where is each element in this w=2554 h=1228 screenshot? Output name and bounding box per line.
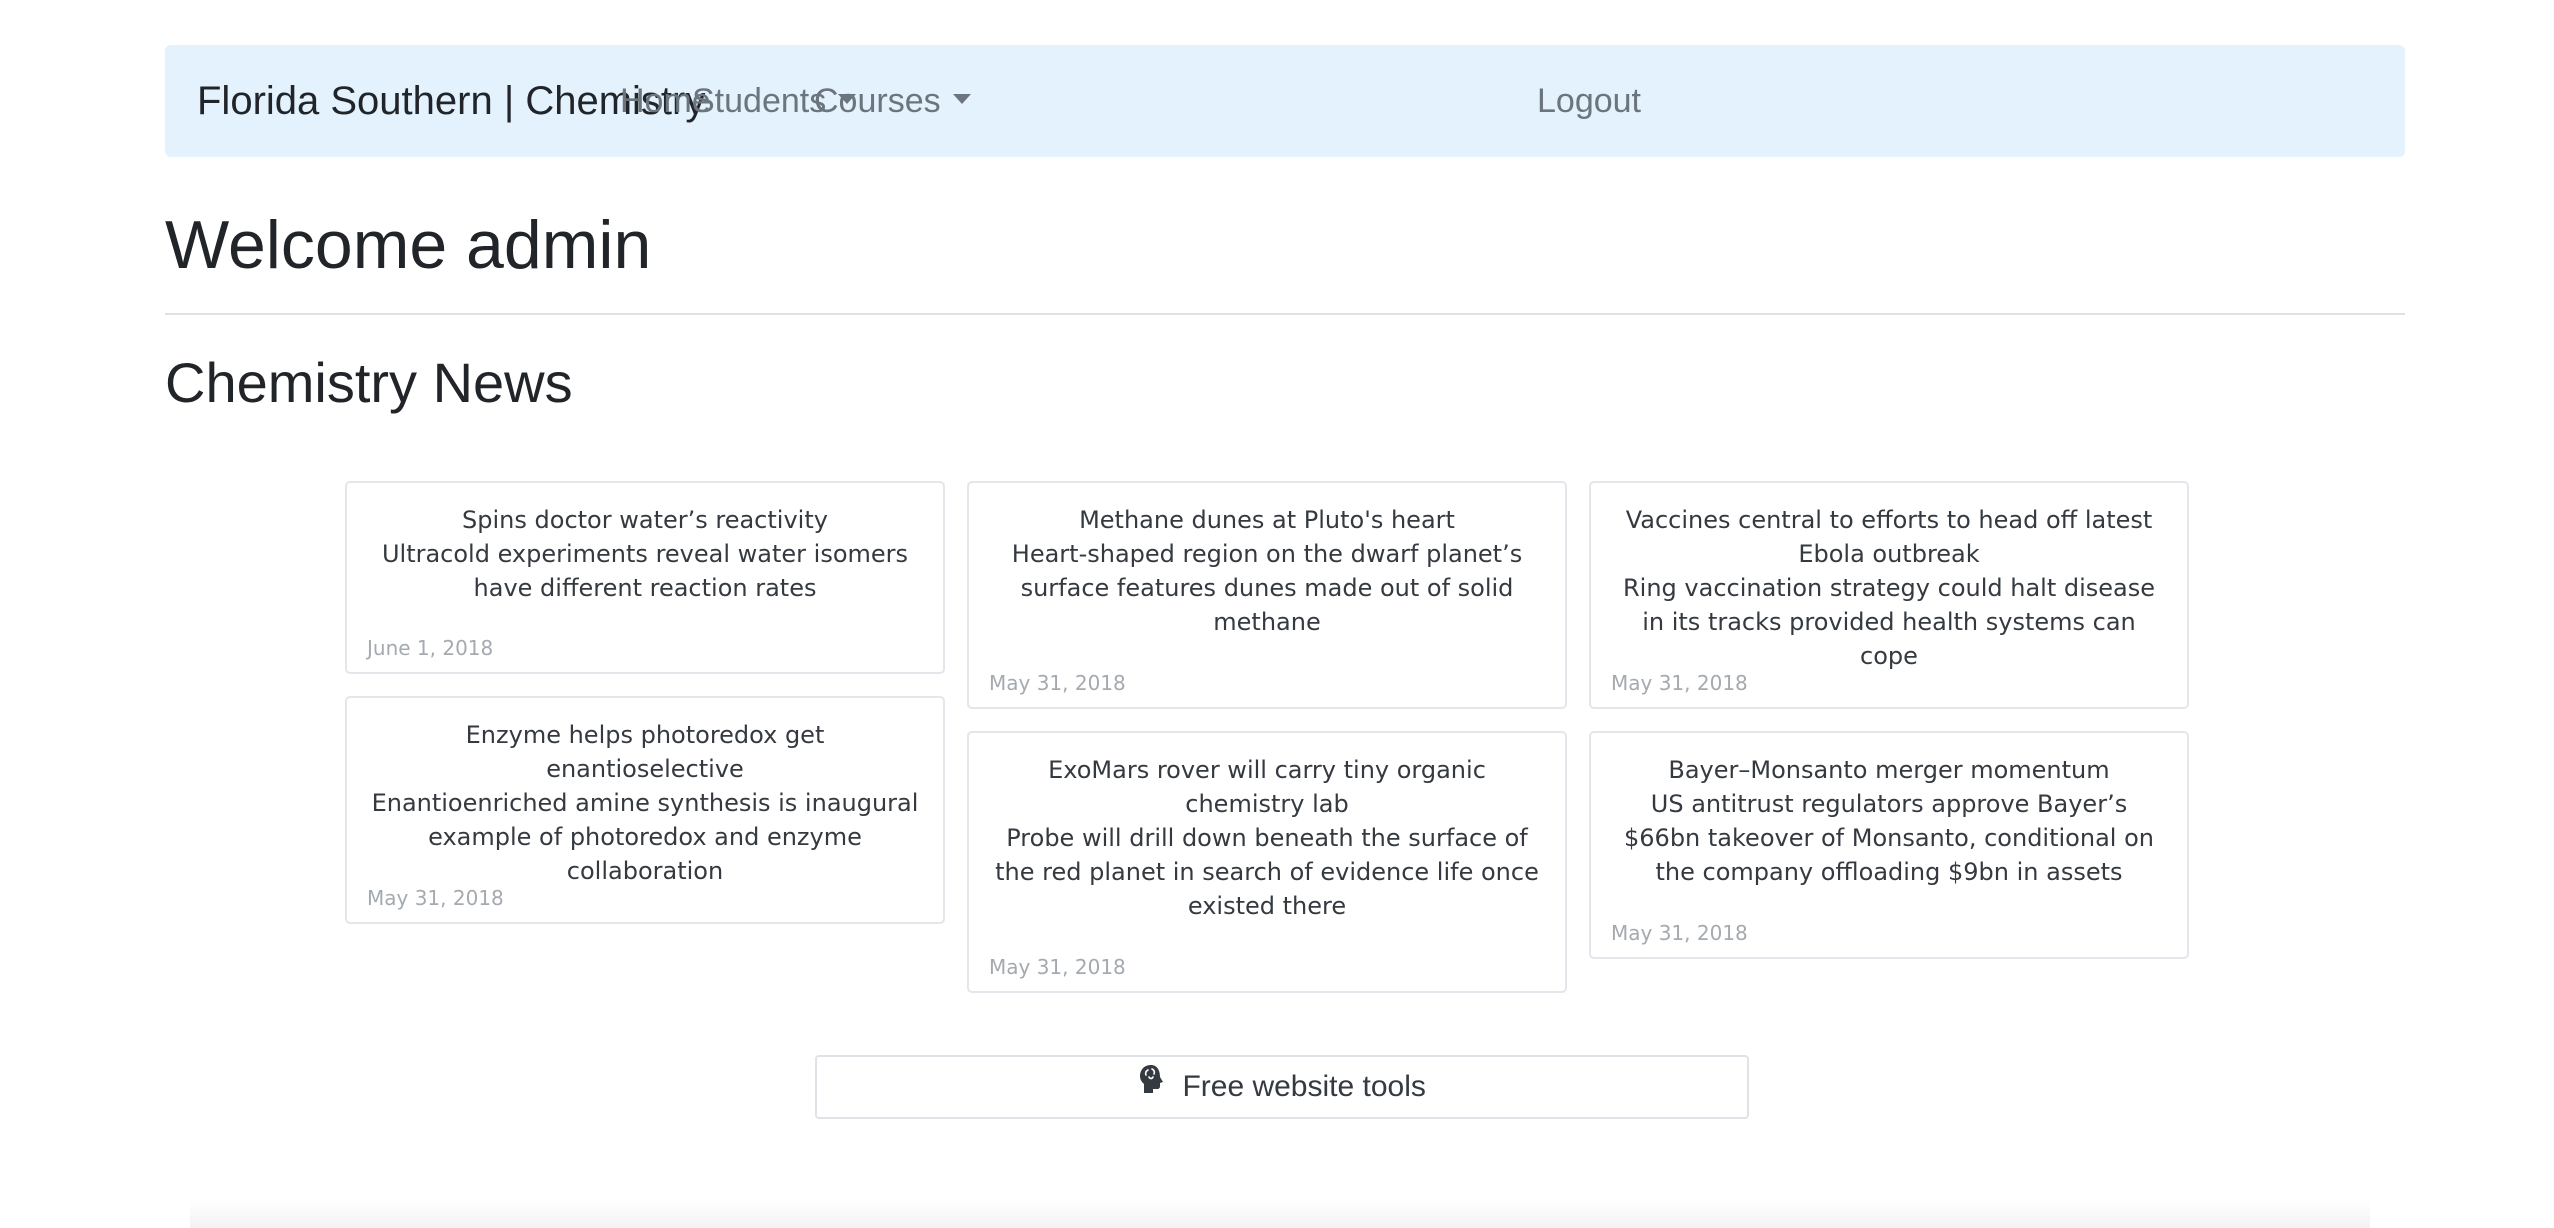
card-summary: Ring vaccination strategy could halt dis… xyxy=(1622,574,2156,670)
brain-head-icon xyxy=(1138,1055,1164,1115)
card-title: Bayer–Monsanto merger momentum xyxy=(1668,756,2110,784)
top-navbar: Florida Southern | Chemistry Home Studen… xyxy=(165,45,2405,157)
chevron-down-icon xyxy=(952,94,971,105)
card-date: June 1, 2018 xyxy=(367,636,494,660)
card-title: Methane dunes at Pluto's heart xyxy=(1079,506,1455,534)
card-date: May 31, 2018 xyxy=(367,886,504,910)
card-title: Vaccines central to efforts to head off … xyxy=(1625,506,2153,568)
card-summary: Enantioenriched amine synthesis is inaug… xyxy=(371,789,919,885)
nav-logout[interactable]: Logout xyxy=(1537,45,1641,157)
news-card[interactable]: Spins doctor water’s reactivity Ultracol… xyxy=(345,481,945,674)
nav-courses-dropdown[interactable]: Courses xyxy=(814,45,971,157)
news-heading: Chemistry News xyxy=(165,351,573,414)
page-title: Welcome admin xyxy=(165,207,652,283)
nav-courses-label: Courses xyxy=(814,82,941,120)
news-card[interactable]: Vaccines central to efforts to head off … xyxy=(1589,481,2189,709)
card-body: Enzyme helps photoredox get enantioselec… xyxy=(347,698,943,888)
card-summary: US antitrust regulators approve Bayer’s … xyxy=(1624,790,2154,886)
card-summary: Probe will drill down beneath the surfac… xyxy=(995,824,1539,920)
card-title: ExoMars rover will carry tiny organic ch… xyxy=(1048,756,1486,818)
divider xyxy=(165,313,2405,315)
free-website-tools-label: Free website tools xyxy=(1182,1070,1426,1103)
nav-students-label: Students xyxy=(692,82,827,120)
news-card[interactable]: ExoMars rover will carry tiny organic ch… xyxy=(967,731,1567,993)
news-card[interactable]: Bayer–Monsanto merger momentum US antitr… xyxy=(1589,731,2189,959)
card-body: Vaccines central to efforts to head off … xyxy=(1591,483,2187,673)
card-date: May 31, 2018 xyxy=(1611,671,1748,695)
card-summary: Heart-shaped region on the dwarf planet’… xyxy=(1011,540,1523,636)
card-date: May 31, 2018 xyxy=(1611,921,1748,945)
footer-shadow xyxy=(190,1200,2370,1228)
card-date: May 31, 2018 xyxy=(989,671,1126,695)
card-title: Enzyme helps photoredox get enantioselec… xyxy=(465,721,825,783)
card-body: Spins doctor water’s reactivity Ultracol… xyxy=(347,483,943,605)
card-date: May 31, 2018 xyxy=(989,955,1126,979)
card-summary: Ultracold experiments reveal water isome… xyxy=(381,540,909,602)
card-title: Spins doctor water’s reactivity xyxy=(462,506,828,534)
card-body: Methane dunes at Pluto's heart Heart-sha… xyxy=(969,483,1565,639)
card-body: Bayer–Monsanto merger momentum US antitr… xyxy=(1591,733,2187,889)
news-card[interactable]: Methane dunes at Pluto's heart Heart-sha… xyxy=(967,481,1567,709)
card-body: ExoMars rover will carry tiny organic ch… xyxy=(969,733,1565,923)
news-card[interactable]: Enzyme helps photoredox get enantioselec… xyxy=(345,696,945,924)
free-website-tools-button[interactable]: Free website tools xyxy=(815,1055,1749,1119)
